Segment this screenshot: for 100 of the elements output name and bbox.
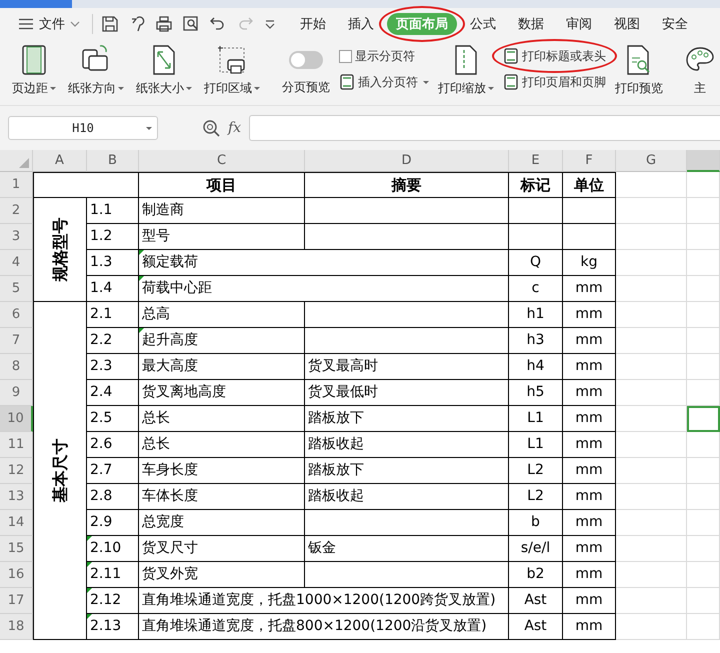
page-icon [339,74,355,90]
ribbon-button[interactable]: 打印页眉和页脚 [500,72,609,92]
table-cell: L2 [509,458,563,484]
menu-tab[interactable]: 安全 [653,13,697,35]
file-menu[interactable]: 文件 [14,12,84,36]
formula-field[interactable] [249,115,720,141]
selected-cell[interactable] [687,406,720,432]
row-header[interactable]: 1 [0,172,33,198]
grid-cell [687,380,720,406]
row-header[interactable]: 3 [0,224,33,250]
caret-icon [186,87,192,90]
row-header[interactable]: 8 [0,354,33,380]
category-label: 基本尺寸 [50,438,70,502]
print-preview-icon[interactable] [182,15,200,33]
row-header[interactable]: 9 [0,380,33,406]
row-header[interactable]: 7 [0,328,33,354]
menu-tab[interactable]: 插入 [339,13,383,35]
table-cell: 直角堆垛通道宽度，托盘1000×1200(1200跨货叉放置) [139,588,509,614]
ribbon-button[interactable]: 打印标题或表头 [500,46,609,66]
table-cell: 2.6 [87,432,139,458]
table-cell: 1.2 [87,224,139,250]
row-header[interactable]: 2 [0,198,33,224]
table-cell [563,224,616,250]
ribbon-button[interactable]: 插入分页符 [336,72,432,92]
table-cell: 2.7 [87,458,139,484]
row-header[interactable]: 12 [0,458,33,484]
ribbon-button[interactable]: 纸张大小 [130,42,198,99]
row-header[interactable]: 13 [0,484,33,510]
table-cell: mm [563,588,616,614]
save-icon[interactable] [101,15,119,33]
name-box[interactable]: H10 [8,116,158,140]
column-header[interactable]: B [87,150,139,172]
column-header[interactable]: C [139,150,305,172]
row-header[interactable]: 5 [0,276,33,302]
checkbox[interactable]: 显示分页符 [336,46,432,66]
table-cell: L1 [509,432,563,458]
menu-tab[interactable]: 开始 [291,13,335,35]
table-cell: 2.9 [87,510,139,536]
grid-cell [687,250,720,276]
ribbon-button[interactable]: 打印预览 [609,42,669,99]
table-cell: c [509,276,563,302]
table-cell [509,224,563,250]
column-header[interactable]: G [616,150,687,172]
error-marker-icon [87,562,92,567]
table-cell: Ast [509,614,563,640]
caret-icon [423,80,429,84]
row-header[interactable]: 11 [0,432,33,458]
table-cell: mm [563,536,616,562]
print-icon[interactable] [155,15,173,33]
table-cell: 荷载中心距 [139,276,509,302]
ribbon-button[interactable]: 打印区域 [198,42,266,99]
function-label[interactable]: fx [228,120,242,136]
row-header[interactable]: 4 [0,250,33,276]
table-cell: 货叉最低时 [305,380,509,406]
column-header[interactable]: E [509,150,563,172]
grid-cell [687,484,720,510]
column-header[interactable]: D [305,150,509,172]
caret-icon [488,87,494,90]
row-header[interactable]: 16 [0,562,33,588]
ribbon-button[interactable]: 页边距 [6,42,62,99]
table-cell: mm [563,484,616,510]
menu-tab[interactable]: 公式 [461,13,505,35]
grid-cell [616,614,687,640]
grid-cell [616,198,687,224]
error-marker-icon [87,588,92,593]
row-header[interactable]: 10 [0,406,33,432]
table-cell: 总长 [139,406,305,432]
table-cell: mm [563,328,616,354]
grid-cell [616,484,687,510]
table-cell: 单位 [563,172,616,198]
row-header[interactable]: 17 [0,588,33,614]
grid-cell [616,276,687,302]
table-cell: mm [563,562,616,588]
row-header[interactable]: 6 [0,302,33,328]
table-cell: mm [563,510,616,536]
zoom-icon[interactable] [202,119,220,137]
ribbon-button[interactable]: 纸张方向 [62,42,130,99]
error-marker-icon [87,614,92,619]
menu-tab[interactable]: 审阅 [557,13,601,35]
column-header[interactable]: A [33,150,87,172]
page-break-preview-toggle[interactable]: 分页预览 [276,42,336,98]
chevron-icon [70,22,80,27]
page-margins-icon [20,44,48,76]
menu-tab[interactable]: 视图 [605,13,649,35]
table-cell: 踏板收起 [305,432,509,458]
row-header[interactable]: 15 [0,536,33,562]
table-cell: 车体长度 [139,484,305,510]
row-header[interactable]: 14 [0,510,33,536]
table-cell: kg [563,250,616,276]
error-marker-icon [139,250,144,255]
ribbon-button[interactable]: 打印缩放 [432,42,500,99]
menu-tab[interactable]: 数据 [509,13,553,35]
ribbon-button[interactable]: 主 [679,42,720,99]
row-header[interactable]: 18 [0,614,33,640]
print-scale-icon [453,44,479,76]
table-cell: 2.10 [87,536,139,562]
column-header[interactable]: F [563,150,616,172]
grid-cell [616,432,687,458]
table-cell: 踏板收起 [305,484,509,510]
grid-cell [687,562,720,588]
